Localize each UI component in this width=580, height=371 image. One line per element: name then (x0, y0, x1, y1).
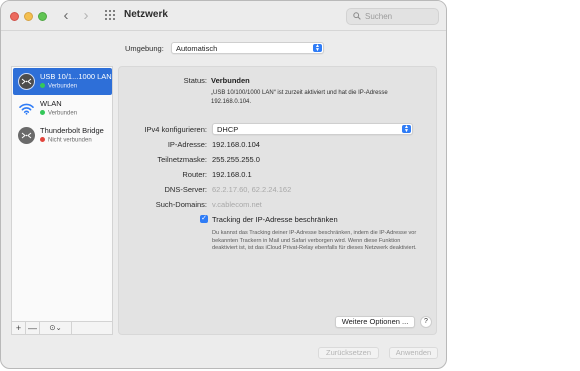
search-domains-value: v.cablecom.net (212, 200, 262, 209)
ethernet-icon (18, 127, 35, 144)
service-name: WLAN (40, 99, 62, 108)
help-button[interactable]: ? (420, 316, 432, 328)
status-dot-icon (40, 83, 45, 88)
ipv4-value: DHCP (217, 125, 239, 134)
subnet-mask-label: Teilnetzmaske: (157, 155, 207, 164)
status-description: „USB 10/100/1000 LAN“ ist zurzeit aktivi… (211, 90, 388, 105)
add-service-button[interactable]: + (12, 322, 26, 334)
dns-server-label: DNS-Server: (164, 185, 207, 194)
service-status: Verbunden (40, 110, 77, 117)
ip-address-label: IP-Adresse: (167, 140, 207, 149)
apply-button[interactable]: Anwenden (389, 347, 438, 359)
search-icon (353, 12, 361, 20)
tracking-help-text: Du kannst das Tracking deiner IP-Adresse… (212, 230, 417, 251)
more-options-button[interactable]: Weitere Optionen ... (335, 316, 415, 328)
router-label: Router: (182, 170, 207, 179)
environment-select[interactable]: Automatisch ▲ ▼ (171, 42, 324, 54)
router-value: 192.168.0.1 (212, 170, 252, 179)
ethernet-icon (18, 73, 35, 90)
wifi-icon (18, 100, 35, 117)
search-domains-label: Such-Domains: (155, 200, 207, 209)
close-window-button[interactable] (10, 12, 19, 21)
select-chevron-icon: ▲ ▼ (402, 125, 411, 134)
show-all-grid-icon[interactable] (105, 10, 115, 20)
forward-arrow-icon[interactable]: › (79, 8, 93, 24)
service-status: Verbunden (40, 83, 77, 90)
ipv4-select[interactable]: DHCP ▲ ▼ (212, 123, 413, 135)
environment-label: Umgebung: (125, 44, 164, 53)
dns-server-value: 62.2.17.60, 62.2.24.162 (212, 185, 292, 194)
revert-button[interactable]: Zurücksetzen (318, 347, 379, 359)
status-dot-icon (40, 110, 45, 115)
tracking-label[interactable]: Tracking der IP-Adresse beschränken (212, 215, 338, 224)
search-input[interactable] (365, 10, 435, 23)
ip-address-value: 192.168.0.104 (212, 140, 260, 149)
service-status-text: Nicht verbunden (48, 137, 92, 144)
status-dot-icon (40, 137, 45, 142)
service-item-wlan[interactable]: WLAN Verbunden (13, 95, 112, 122)
service-status-text: Verbunden (48, 83, 78, 90)
zoom-window-button[interactable] (38, 12, 47, 21)
subnet-mask-value: 255.255.255.0 (212, 155, 260, 164)
minimize-window-button[interactable] (24, 12, 33, 21)
remove-service-button[interactable]: — (26, 322, 40, 334)
window-title: Netzwerk (124, 9, 168, 20)
status-value: Verbunden (211, 76, 250, 85)
ipv4-label: IPv4 konfigurieren: (144, 125, 207, 134)
action-menu-button[interactable]: ⊙⌄ (40, 322, 72, 334)
service-status-text: Verbunden (48, 110, 78, 117)
tracking-checkbox[interactable]: ✓ (200, 215, 208, 223)
service-list-toolbar: + — ⊙⌄ (11, 321, 113, 335)
status-label: Status: (183, 76, 207, 85)
toolbar: ‹ › Netzwerk (1, 1, 446, 31)
select-chevron-icon: ▲ ▼ (313, 44, 322, 53)
search-field[interactable] (346, 8, 439, 25)
service-status: Nicht verbunden (40, 137, 92, 144)
environment-value: Automatisch (176, 44, 218, 53)
back-arrow-icon[interactable]: ‹ (59, 8, 73, 24)
network-preferences-window: ‹ › Netzwerk Umgebung: Automatisch ▲▼ (0, 0, 447, 369)
